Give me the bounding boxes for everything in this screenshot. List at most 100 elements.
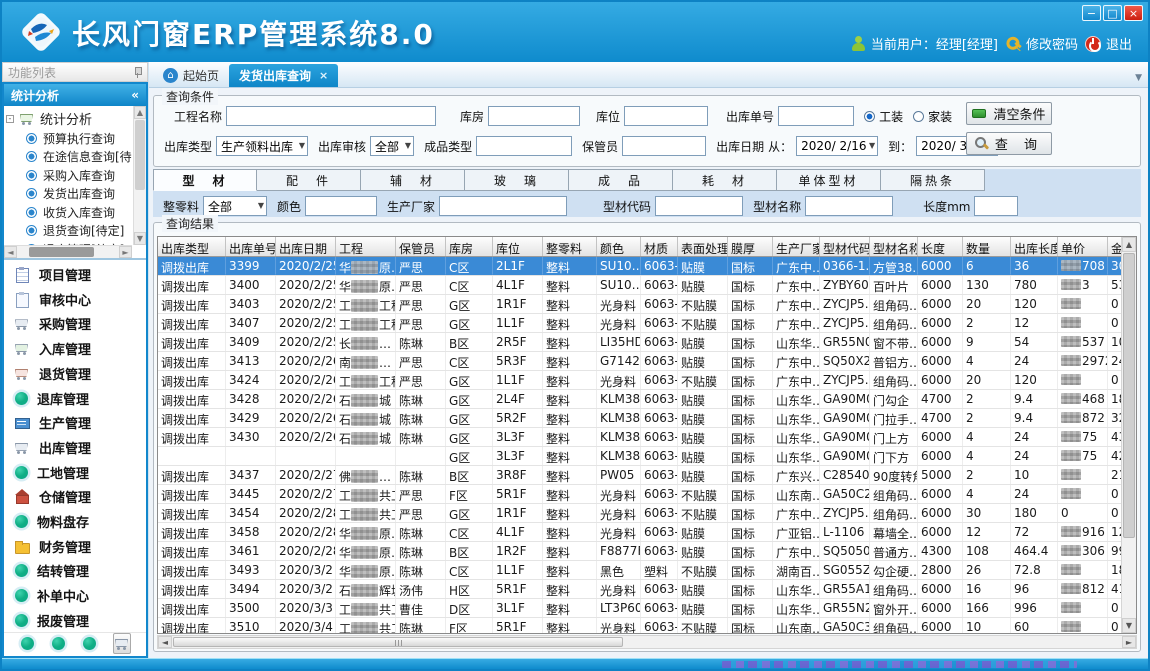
- collapse-icon[interactable]: «: [131, 88, 139, 102]
- table-row[interactable]: 调拨出库34032020/2/25工工程严思G区1R1F整料光身料6063-T5…: [158, 295, 1121, 314]
- tab-overflow-icon[interactable]: ▼: [1135, 73, 1142, 83]
- close-button[interactable]: ×: [1124, 5, 1143, 21]
- material-tab-型材[interactable]: 型 材: [153, 169, 257, 191]
- table-row[interactable]: 调拨出库34282020/2/26石城陈琳G区2L4F整料KLM38176063…: [158, 390, 1121, 409]
- sidebar-item-财务管理[interactable]: 财务管理: [14, 537, 144, 556]
- search-button[interactable]: 查 询: [966, 132, 1052, 155]
- table-row[interactable]: 调拨出库33992020/2/25华原…严思C区2L1F整料SU10…6063-…: [158, 257, 1121, 276]
- table-row[interactable]: 调拨出库34002020/2/25华原…严思C区4L1F整料SU10…6063-…: [158, 276, 1121, 295]
- sidebar-item-退货管理[interactable]: 退货管理: [14, 364, 144, 383]
- tree-vertical-scrollbar[interactable]: ▲ ▼: [133, 106, 146, 245]
- tab-close-icon[interactable]: ×: [319, 69, 328, 82]
- scroll-up-icon[interactable]: ▲: [1122, 237, 1136, 252]
- sidebar-item-物料盘存[interactable]: 物料盘存: [14, 512, 144, 531]
- tab-shipment-outbound-query[interactable]: 发货出库查询 ×: [229, 64, 338, 87]
- length-input[interactable]: [974, 196, 1018, 216]
- column-header-库位[interactable]: 库位: [493, 237, 543, 256]
- column-header-颜色[interactable]: 颜色: [597, 237, 641, 256]
- order-no-input[interactable]: [778, 106, 854, 126]
- project-name-input[interactable]: [226, 106, 436, 126]
- tab-home[interactable]: ⌂ 起始页: [153, 64, 229, 87]
- table-row[interactable]: 调拨出库34072020/2/25工工程严思G区1L1F整料光身料6063-T5…: [158, 314, 1121, 333]
- column-header-整零料[interactable]: 整零料: [543, 237, 597, 256]
- column-header-型材代码[interactable]: 型材代码: [820, 237, 870, 256]
- table-row[interactable]: 调拨出库34542020/2/28工共工程严思G区1R1F整料光身料6063-T…: [158, 504, 1121, 523]
- grid-horizontal-scrollbar[interactable]: ◄ ►: [157, 635, 1137, 649]
- sidebar-item-采购管理[interactable]: 采购管理: [14, 314, 144, 333]
- column-header-型材名称[interactable]: 型材名称: [870, 237, 918, 256]
- tree-item[interactable]: 在途信息查询[待: [6, 148, 132, 167]
- scrollbar-thumb[interactable]: [135, 120, 145, 190]
- tree-item[interactable]: 采购入库查询: [6, 166, 132, 185]
- column-header-单价[interactable]: 单价: [1058, 237, 1108, 256]
- column-header-出库类型[interactable]: 出库类型: [158, 237, 226, 256]
- sidebar-item-补单中心[interactable]: 补单中心: [14, 586, 144, 605]
- column-header-材质[interactable]: 材质: [641, 237, 678, 256]
- table-row[interactable]: 调拨出库34942020/3/2石辉城汤伟H区5R1F整料光身料6063-T5贴…: [158, 580, 1121, 599]
- material-tab-耗材[interactable]: 耗 材: [673, 169, 777, 191]
- maker-input[interactable]: [439, 196, 567, 216]
- table-row[interactable]: 调拨出库34292020/2/26石城陈琳G区5R2F整料KLM38176063…: [158, 409, 1121, 428]
- keeper-input[interactable]: [622, 136, 706, 156]
- table-row[interactable]: 调拨出库34302020/2/26石城陈琳G区3L3F整料KLM38176063…: [158, 428, 1121, 447]
- scroll-left-icon[interactable]: ◄: [4, 246, 17, 258]
- table-row[interactable]: G区3L3F整料KLM38176063-T5贴膜国标山东华…GA90M09…门下…: [158, 447, 1121, 466]
- table-row[interactable]: 调拨出库34582020/2/28华原…陈琳C区4L1F整料光身料6063-T5…: [158, 523, 1121, 542]
- module-dot-icon[interactable]: [21, 637, 34, 650]
- material-tab-隔热条[interactable]: 隔热条: [881, 169, 985, 191]
- module-dot-icon[interactable]: [83, 637, 96, 650]
- material-tab-辅材[interactable]: 辅 材: [361, 169, 465, 191]
- column-header-出库日期[interactable]: 出库日期: [276, 237, 336, 256]
- material-tab-单体型材[interactable]: 单体型材: [777, 169, 881, 191]
- minimize-button[interactable]: −: [1082, 5, 1101, 21]
- table-row[interactable]: 调拨出库34612020/2/28华原…陈琳B区1R2F整料F8877FT606…: [158, 542, 1121, 561]
- sidebar-item-项目管理[interactable]: 项目管理: [14, 265, 144, 284]
- module-dot-icon[interactable]: [52, 637, 65, 650]
- sidebar-item-结转管理[interactable]: 结转管理: [14, 561, 144, 580]
- material-select[interactable]: 全部 ▼: [203, 196, 267, 216]
- section-header-statistics[interactable]: 统计分析 «: [4, 84, 146, 106]
- change-password-button[interactable]: 修改密码: [1005, 34, 1078, 53]
- date-from-picker[interactable]: 2020/ 2/16 ▼: [796, 136, 878, 156]
- profile-code-input[interactable]: [655, 196, 743, 216]
- sidebar-item-出库管理[interactable]: 出库管理: [14, 438, 144, 457]
- scroll-right-icon[interactable]: ►: [119, 246, 132, 258]
- radio-jiazhuang[interactable]: 家装: [913, 108, 952, 125]
- location-input[interactable]: [624, 106, 708, 126]
- maximize-button[interactable]: □: [1103, 5, 1122, 21]
- column-header-长度[interactable]: 长度: [918, 237, 963, 256]
- table-row[interactable]: 调拨出库35102020/3/4工共工程陈琳F区5R1F整料光身料6063-T5…: [158, 618, 1121, 633]
- product-type-input[interactable]: [476, 136, 572, 156]
- scrollbar-thumb[interactable]: [29, 247, 94, 257]
- material-tab-成品[interactable]: 成 品: [569, 169, 673, 191]
- sidebar-item-工地管理[interactable]: 工地管理: [14, 463, 144, 482]
- grid-vertical-scrollbar[interactable]: ▲ ▼: [1121, 237, 1136, 633]
- sidebar-item-入库管理[interactable]: 入库管理: [14, 339, 144, 358]
- scrollbar-thumb[interactable]: [173, 637, 623, 647]
- tree-item[interactable]: 退货查询[待定]: [6, 222, 132, 241]
- column-header-出库长度[interactable]: 出库长度: [1011, 237, 1058, 256]
- tree-item[interactable]: 预算执行查询: [6, 129, 132, 148]
- profile-name-input[interactable]: [805, 196, 893, 216]
- sidebar-item-生产管理[interactable]: 生产管理: [14, 413, 144, 432]
- scroll-left-icon[interactable]: ◄: [158, 636, 172, 648]
- column-header-库房[interactable]: 库房: [446, 237, 493, 256]
- material-tab-配件[interactable]: 配 件: [257, 169, 361, 191]
- column-header-表面处理[interactable]: 表面处理: [678, 237, 728, 256]
- column-header-保管员[interactable]: 保管员: [396, 237, 446, 256]
- column-header-工程[interactable]: 工程: [336, 237, 396, 256]
- column-header-生产厂家[interactable]: 生产厂家: [773, 237, 820, 256]
- column-header-数量[interactable]: 数量: [963, 237, 1011, 256]
- warehouse-input[interactable]: [488, 106, 580, 126]
- tree-item[interactable]: 发货出库查询: [6, 185, 132, 204]
- clear-conditions-button[interactable]: 清空条件: [966, 102, 1052, 125]
- tree-horizontal-scrollbar[interactable]: ◄ ►: [4, 245, 132, 258]
- logout-button[interactable]: 退出: [1085, 34, 1132, 53]
- scroll-up-icon[interactable]: ▲: [134, 106, 146, 119]
- sidebar-item-审核中心[interactable]: 审核中心: [14, 290, 144, 309]
- out-type-select[interactable]: 生产领料出库 ▼: [216, 136, 308, 156]
- sidebar-item-退库管理[interactable]: 退库管理: [14, 389, 144, 408]
- column-header-金额[interactable]: 金额: [1108, 237, 1121, 256]
- table-row[interactable]: 调拨出库34372020/2/27佛…陈琳B区3R8F整料PW056063-T5…: [158, 466, 1121, 485]
- sidebar-item-报废管理[interactable]: 报废管理: [14, 611, 144, 630]
